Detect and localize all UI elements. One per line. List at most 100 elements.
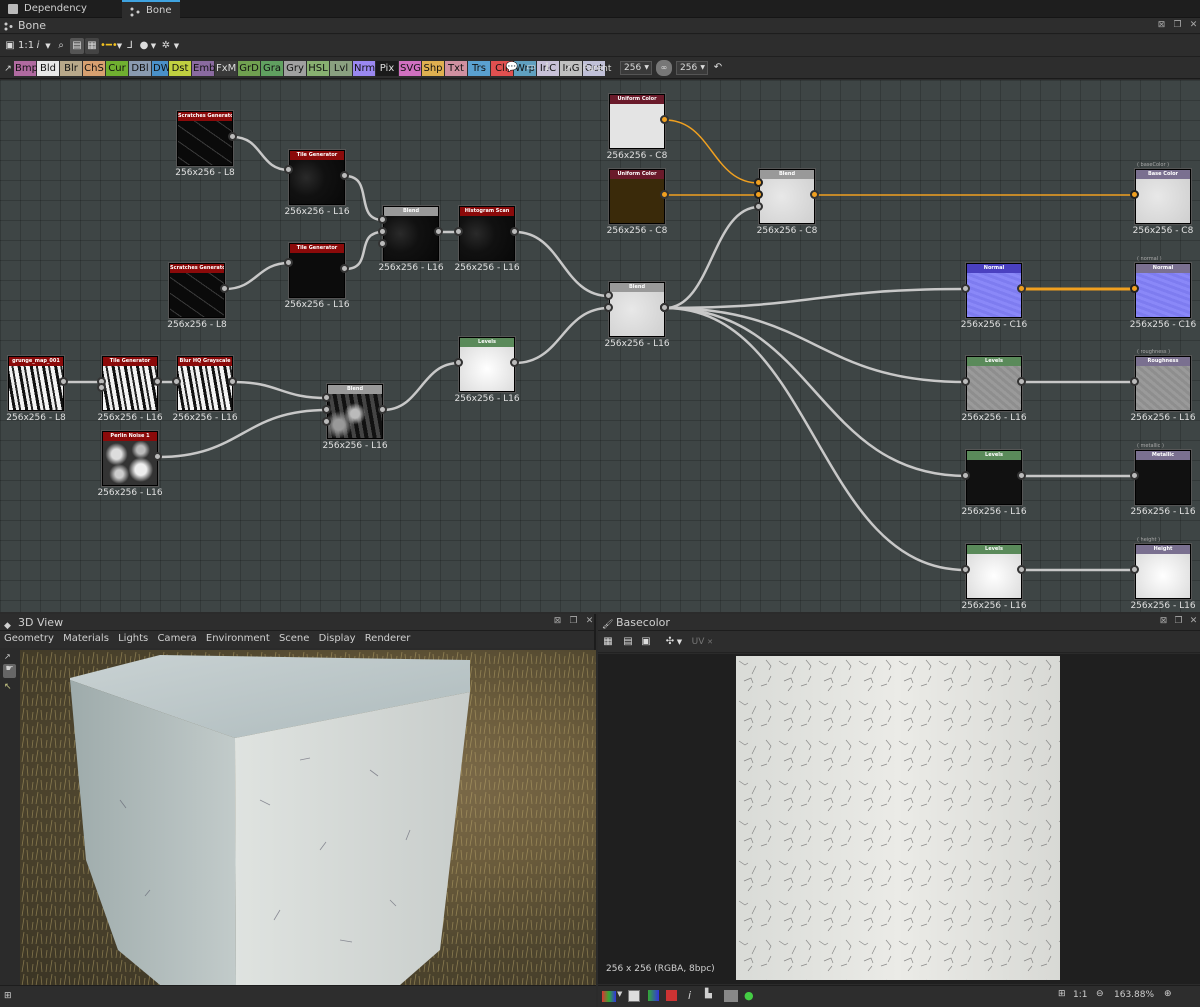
- menu-display[interactable]: Display: [319, 633, 356, 644]
- node-uniform2[interactable]: Uniform Color: [609, 169, 665, 224]
- restore-window-icon[interactable]: ❐: [1173, 616, 1184, 627]
- 3d-viewport[interactable]: [20, 650, 596, 985]
- node-levels2[interactable]: Levels: [966, 356, 1022, 411]
- node-blend4[interactable]: Blend: [327, 384, 383, 439]
- external-link-icon[interactable]: ↗: [563, 61, 573, 77]
- node-port[interactable]: [510, 358, 519, 367]
- save-icon[interactable]: ▦: [602, 634, 614, 650]
- close-icon[interactable]: ✕: [584, 616, 595, 627]
- size-dropdown[interactable]: 256 ▼: [676, 61, 708, 75]
- filter-chip-grd[interactable]: GrD: [238, 61, 260, 76]
- frame-tool-icon[interactable]: ▤: [70, 38, 84, 54]
- fit-icon[interactable]: ⊞: [1058, 989, 1066, 999]
- filter-chip-chs[interactable]: ChS: [83, 61, 105, 76]
- pin-icon[interactable]: ⊠: [1158, 616, 1169, 627]
- magnifier-icon[interactable]: ⌕: [55, 38, 67, 54]
- node-graph-canvas[interactable]: Scratches Generator 256x256 - L8 Tile Gene…: [0, 80, 1200, 612]
- frame-icon[interactable]: ▭: [524, 60, 538, 76]
- info-icon[interactable]: i: [688, 989, 691, 1002]
- node-port[interactable]: [660, 190, 669, 199]
- menu-lights[interactable]: Lights: [118, 633, 148, 644]
- node-port[interactable]: [1017, 565, 1026, 574]
- node-port[interactable]: [961, 377, 970, 386]
- parent-size-dropdown[interactable]: 256 ▼: [620, 61, 652, 75]
- menu-materials[interactable]: Materials: [63, 633, 109, 644]
- filter-chip-cur[interactable]: Cur: [106, 61, 128, 76]
- node-basecolor[interactable]: Base Color: [1135, 169, 1191, 224]
- node-port[interactable]: [153, 377, 162, 386]
- node-port[interactable]: [604, 291, 613, 300]
- node-port[interactable]: [340, 171, 349, 180]
- tiling-icon[interactable]: ✣: [664, 634, 676, 650]
- restore-window-icon[interactable]: ❐: [568, 616, 579, 627]
- node-port[interactable]: [810, 190, 819, 199]
- view-mode-icon[interactable]: [724, 990, 738, 1002]
- node-port[interactable]: [228, 132, 237, 141]
- filter-chip-hsl[interactable]: HSL: [307, 61, 329, 76]
- close-icon[interactable]: ✕: [1188, 20, 1199, 31]
- node-uniform1[interactable]: Uniform Color: [609, 94, 665, 149]
- node-port[interactable]: [378, 405, 387, 414]
- 2d-viewport[interactable]: 256 x 256 (RGBA, 8bpc): [598, 654, 1200, 984]
- filter-chip-nrm[interactable]: Nrm: [353, 61, 375, 76]
- close-icon[interactable]: ✕: [706, 634, 714, 650]
- node-port[interactable]: [322, 393, 331, 402]
- node-grunge[interactable]: grunge_map_001: [8, 356, 64, 411]
- node-port[interactable]: [961, 565, 970, 574]
- node-port[interactable]: [97, 383, 106, 392]
- node-port[interactable]: [754, 190, 763, 199]
- zoom-1to1-button[interactable]: 1:1: [18, 38, 34, 54]
- light-tool-icon[interactable]: ↖: [4, 682, 12, 692]
- node-port[interactable]: [660, 303, 669, 312]
- external-link-icon[interactable]: ↗: [4, 652, 11, 661]
- menu-geometry[interactable]: Geometry: [4, 633, 54, 644]
- camera-tool-icon[interactable]: ☛: [3, 664, 16, 678]
- node-blurhq[interactable]: Blur HQ Grayscale: [177, 356, 233, 411]
- link-size-icon[interactable]: ∞: [656, 60, 672, 76]
- grid-icon[interactable]: ⊞: [4, 991, 12, 1001]
- chevron-down-icon[interactable]: ▼: [116, 38, 123, 54]
- node-scratches2[interactable]: Scratches Generator: [169, 263, 225, 318]
- rgba-channels-icon[interactable]: [602, 991, 616, 1002]
- link-style-icon[interactable]: •━•: [100, 38, 118, 54]
- fit-view-icon[interactable]: ▣: [4, 38, 16, 54]
- filter-chip-dst[interactable]: Dst: [169, 61, 191, 76]
- uv-toggle[interactable]: UV: [690, 634, 706, 650]
- zoom-in-icon[interactable]: ⊕: [1164, 989, 1172, 999]
- node-port[interactable]: [1130, 377, 1139, 386]
- filter-chip-lvl[interactable]: Lvl: [330, 61, 352, 76]
- node-port[interactable]: [322, 405, 331, 414]
- node-tilegen1[interactable]: Tile Generator: [289, 150, 345, 205]
- zoom-out-icon[interactable]: ⊖: [1096, 989, 1104, 999]
- node-normalout[interactable]: Normal: [1135, 263, 1191, 318]
- node-port[interactable]: [510, 227, 519, 236]
- filter-chip-emb[interactable]: Emb: [192, 61, 215, 76]
- filter-chip-gry[interactable]: Gry: [284, 61, 306, 76]
- node-height[interactable]: Height: [1135, 544, 1191, 599]
- info-icon[interactable]: i: [34, 38, 42, 54]
- node-port[interactable]: [604, 303, 613, 312]
- node-blend2[interactable]: Blend: [759, 169, 815, 224]
- restore-window-icon[interactable]: ❐: [1172, 20, 1183, 31]
- node-port[interactable]: [454, 358, 463, 367]
- node-perlin[interactable]: Perlin Noise 1: [102, 431, 158, 486]
- color-picker-icon[interactable]: [648, 990, 659, 1001]
- filter-chip-bmp[interactable]: Bmp: [14, 61, 38, 76]
- external-link-icon[interactable]: ↗: [3, 61, 13, 77]
- node-port[interactable]: [153, 452, 162, 461]
- node-port[interactable]: [284, 165, 293, 174]
- node-roughness[interactable]: Roughness: [1135, 356, 1191, 411]
- node-port[interactable]: [1130, 284, 1139, 293]
- node-histscan[interactable]: Histogram Scan: [459, 206, 515, 261]
- node-port[interactable]: [1017, 284, 1026, 293]
- info-icon[interactable]: ℹ: [543, 60, 551, 76]
- node-port[interactable]: [378, 227, 387, 236]
- filter-chip-dw[interactable]: DW: [152, 61, 171, 76]
- pin-icon[interactable]: ⊠: [552, 616, 563, 627]
- node-tilegen3[interactable]: Tile Generator: [102, 356, 158, 411]
- node-port[interactable]: [961, 471, 970, 480]
- node-port[interactable]: [220, 284, 229, 293]
- chevron-down-icon[interactable]: ▼: [173, 38, 180, 54]
- node-port[interactable]: [754, 178, 763, 187]
- checker-icon[interactable]: [628, 990, 640, 1002]
